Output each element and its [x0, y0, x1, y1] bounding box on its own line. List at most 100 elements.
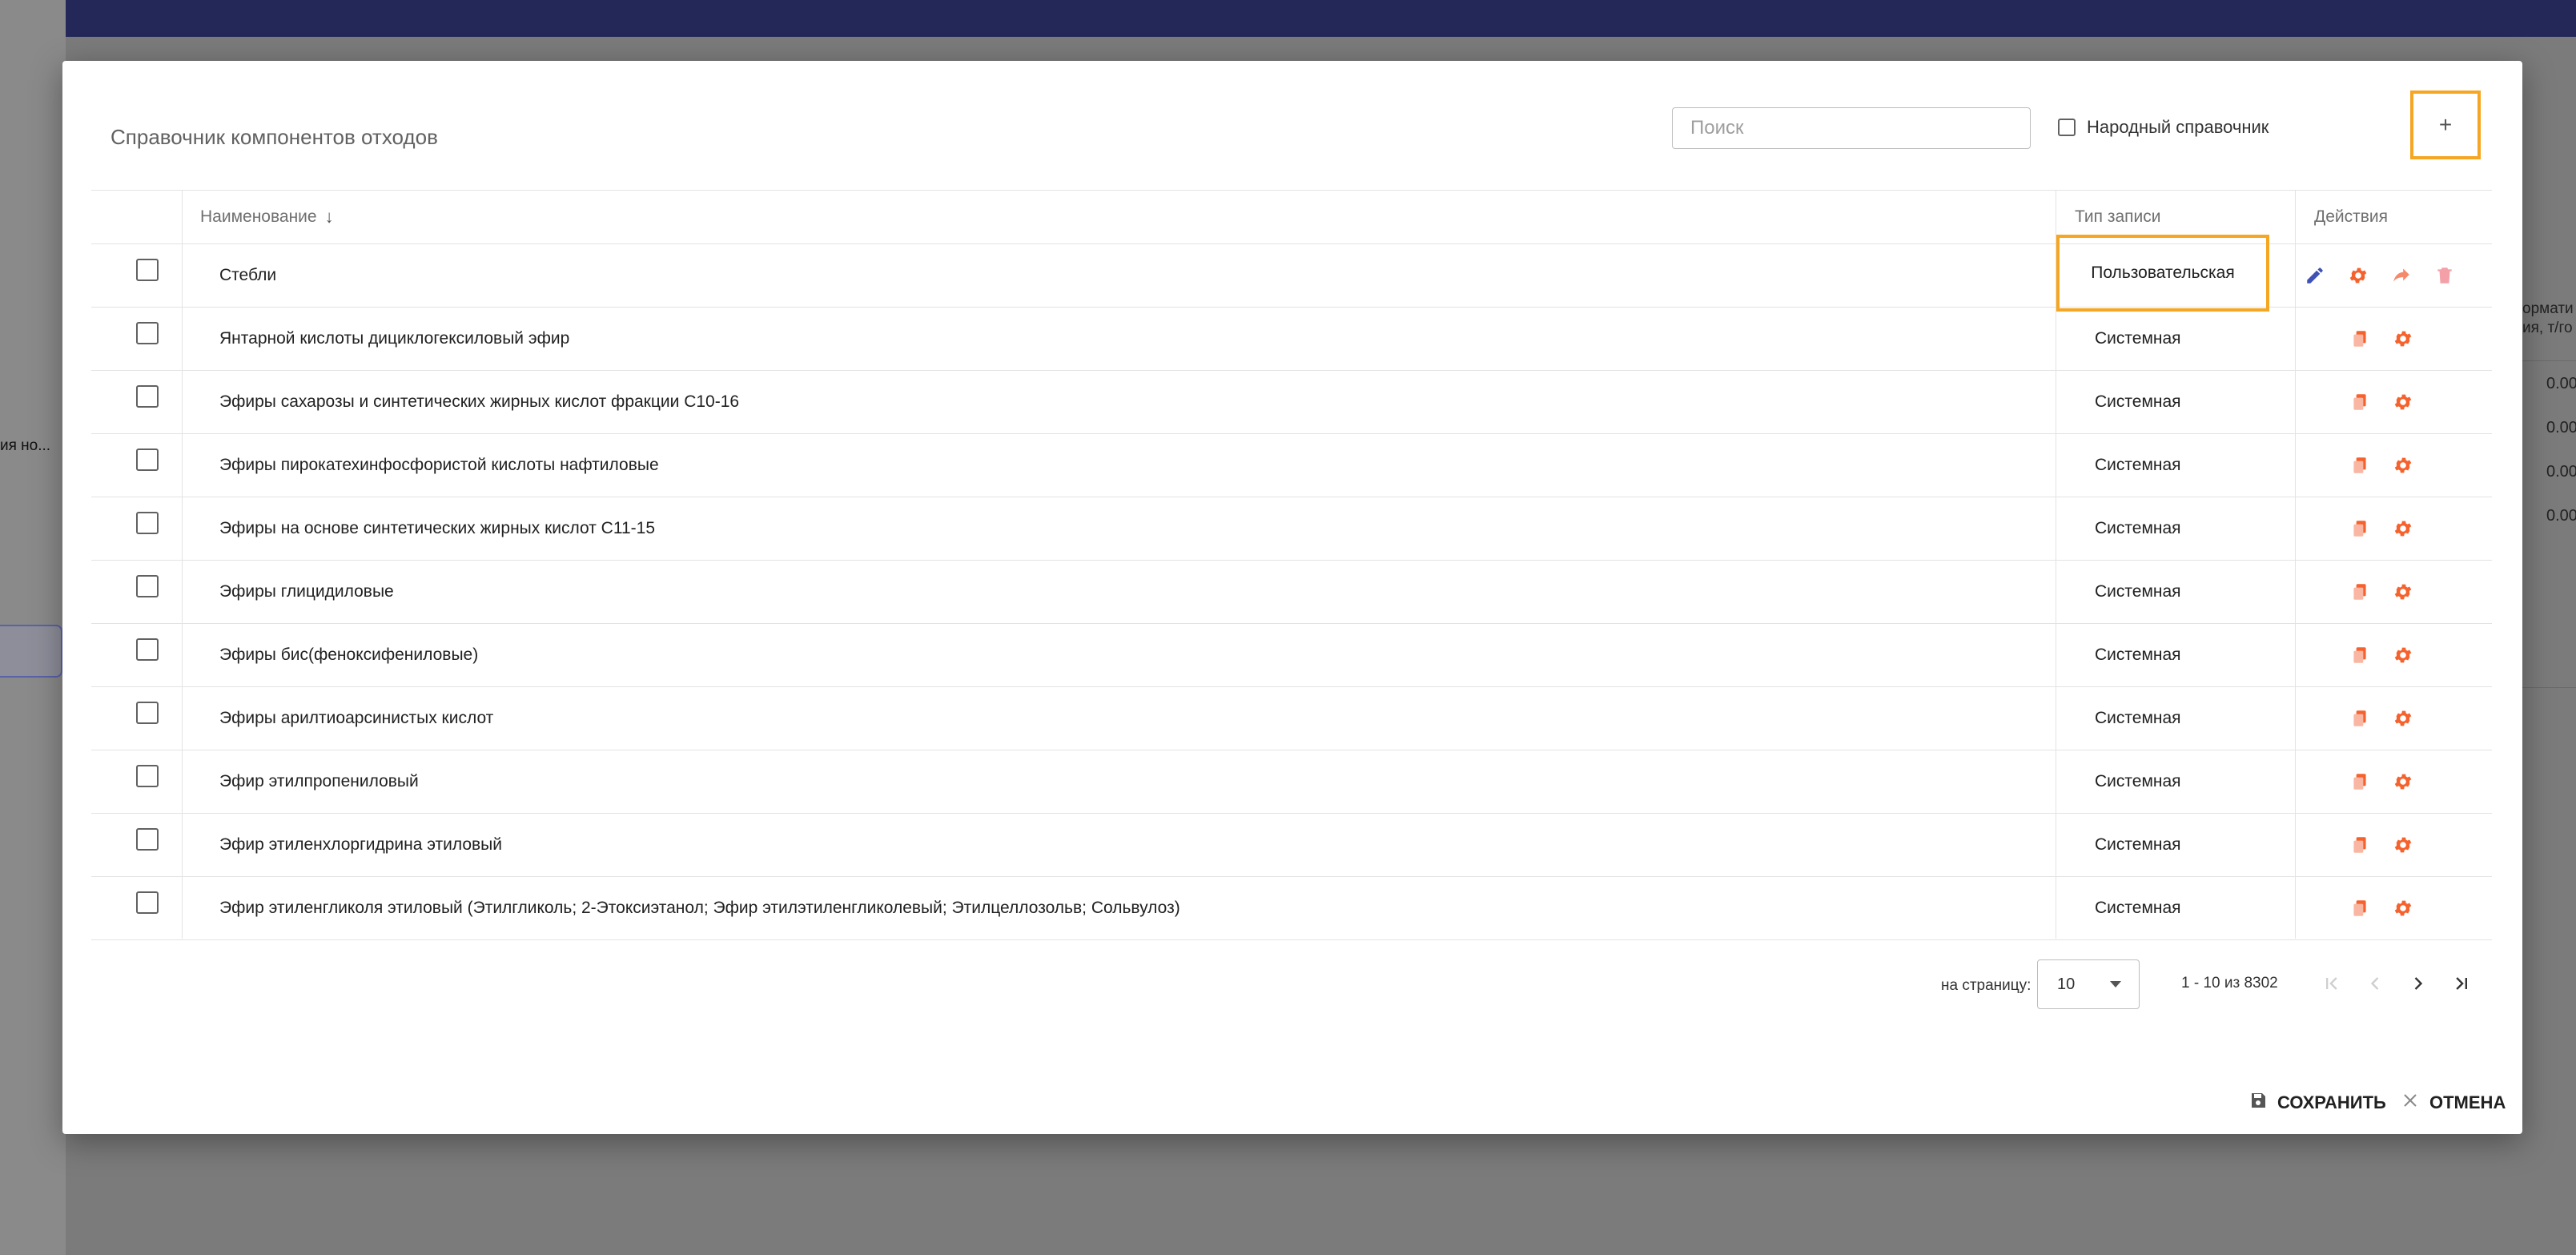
copy-icon[interactable] [2348, 896, 2372, 920]
table-body: Стебли Пользовательская Янтарной кислоты д… [91, 235, 2492, 940]
row-name: Эфиры пирокатехинфосфористой кислоты наф… [219, 456, 659, 474]
background-divider [2522, 360, 2576, 361]
row-type: Системная [2095, 329, 2181, 348]
row-checkbox[interactable] [136, 702, 159, 724]
column-header-name[interactable]: Наименование ↓ [200, 191, 334, 243]
table-row[interactable]: Эфиры на основе синтетических жирных кис… [91, 497, 2492, 561]
copy-icon[interactable] [2348, 453, 2372, 477]
settings-gear-icon[interactable] [2391, 327, 2415, 351]
row-actions [2348, 624, 2415, 686]
table-row[interactable]: Эфиры арилтиоарсинистых кислот Системная [91, 687, 2492, 750]
pagination-range: 1 - 10 из 8302 [2181, 975, 2278, 992]
background-value: 0.00 [2546, 463, 2576, 481]
row-type: Системная [2095, 835, 2181, 854]
copy-icon[interactable] [2348, 580, 2372, 604]
settings-gear-icon[interactable] [2391, 643, 2415, 667]
row-checkbox[interactable] [136, 449, 159, 471]
table-row[interactable]: Эфиры пирокатехинфосфористой кислоты наф… [91, 434, 2492, 497]
row-actions [2348, 750, 2415, 813]
row-name: Эфир этиленгликоля этиловый (Этилгликоль… [219, 899, 1180, 917]
search-input[interactable] [1672, 107, 2031, 149]
share-icon[interactable] [2389, 263, 2413, 288]
settings-gear-icon[interactable] [2391, 896, 2415, 920]
save-button[interactable]: СОХРАНИТЬ [2248, 1091, 2386, 1115]
settings-gear-icon[interactable] [2346, 263, 2370, 288]
last-page-icon[interactable] [2445, 966, 2478, 1001]
row-type-highlighted: Пользовательская [2056, 235, 2269, 312]
settings-gear-icon[interactable] [2391, 706, 2415, 730]
row-actions [2348, 561, 2415, 623]
row-checkbox[interactable] [136, 765, 159, 787]
settings-gear-icon[interactable] [2391, 580, 2415, 604]
sort-down-icon: ↓ [324, 207, 334, 227]
prev-page-icon[interactable] [2359, 966, 2391, 1001]
row-name: Эфиры на основе синтетических жирных кис… [219, 519, 656, 537]
table-row[interactable]: Эфир этиленхлоргидрина этиловый Системная [91, 814, 2492, 877]
dialog-title: Справочник компонентов отходов [111, 125, 438, 149]
copy-icon[interactable] [2348, 770, 2372, 794]
sidebar-truncated-text: ия но... [0, 437, 51, 454]
table-row[interactable]: Эфир этилпропениловый Системная [91, 750, 2492, 814]
row-name: Эфиры бис(феноксифениловые) [219, 646, 479, 664]
background-value: 0.00 [2546, 507, 2576, 525]
save-button-label: СОХРАНИТЬ [2277, 1092, 2386, 1112]
column-header-name-label: Наименование [200, 207, 317, 226]
settings-gear-icon[interactable] [2391, 833, 2415, 857]
row-checkbox[interactable] [136, 322, 159, 344]
row-name: Эфир этиленхлоргидрина этиловый [219, 835, 503, 854]
row-checkbox[interactable] [136, 259, 159, 281]
column-header-actions: Действия [2314, 207, 2389, 226]
row-checkbox[interactable] [136, 575, 159, 597]
edit-icon[interactable] [2303, 263, 2327, 288]
table-row[interactable]: Эфиры бис(феноксифениловые) Системная [91, 624, 2492, 687]
row-checkbox[interactable] [136, 385, 159, 408]
table-row[interactable]: Эфиры глицидиловые Системная [91, 561, 2492, 624]
row-type: Системная [2095, 456, 2181, 474]
waste-components-dialog: Справочник компонентов отходов Народный … [62, 61, 2522, 1134]
first-page-icon[interactable] [2316, 966, 2348, 1001]
row-actions [2348, 814, 2415, 876]
delete-icon[interactable] [2433, 263, 2457, 288]
row-name: Янтарной кислоты дициклогексиловый эфир [219, 329, 570, 348]
table-row[interactable]: Янтарной кислоты дициклогексиловый эфир С… [91, 308, 2492, 371]
row-checkbox[interactable] [136, 891, 159, 914]
row-name: Эфиры глицидиловые [219, 582, 394, 601]
table-row[interactable]: Эфир этиленгликоля этиловый (Этилгликоль… [91, 877, 2492, 940]
table-row[interactable]: Стебли Пользовательская [91, 235, 2492, 312]
copy-icon[interactable] [2348, 833, 2372, 857]
cancel-button-label: ОТМЕНА [2429, 1092, 2506, 1112]
add-button[interactable]: + [2410, 91, 2481, 159]
background-value: 0.00 [2546, 375, 2576, 392]
copy-icon[interactable] [2348, 390, 2372, 414]
row-actions [2348, 687, 2415, 750]
row-actions [2348, 434, 2415, 497]
table-row[interactable]: Эфиры сахарозы и синтетических жирных ки… [91, 371, 2492, 434]
row-checkbox[interactable] [136, 828, 159, 851]
per-page-label: на страницу: [1941, 977, 2031, 994]
copy-icon[interactable] [2348, 517, 2372, 541]
public-reference-checkbox[interactable] [2058, 119, 2076, 136]
settings-gear-icon[interactable] [2391, 390, 2415, 414]
settings-gear-icon[interactable] [2391, 453, 2415, 477]
copy-icon[interactable] [2348, 706, 2372, 730]
components-table: Наименование ↓ Тип записи Действия Стебл… [91, 190, 2492, 940]
row-actions [2348, 877, 2415, 939]
settings-gear-icon[interactable] [2391, 517, 2415, 541]
row-name: Эфиры арилтиоарсинистых кислот [219, 709, 494, 727]
next-page-icon[interactable] [2402, 966, 2434, 1001]
chevron-down-icon [2110, 981, 2121, 988]
cancel-button[interactable]: ОТМЕНА [2401, 1091, 2506, 1115]
per-page-select[interactable]: 10 [2037, 959, 2140, 1009]
copy-icon[interactable] [2348, 643, 2372, 667]
row-checkbox[interactable] [136, 638, 159, 661]
row-checkbox[interactable] [136, 512, 159, 534]
row-name: Эфиры сахарозы и синтетических жирных ки… [219, 392, 740, 411]
per-page-value: 10 [2057, 975, 2076, 993]
public-reference-toggle[interactable]: Народный справочник [2058, 117, 2269, 138]
row-actions [2348, 371, 2415, 433]
public-reference-label: Народный справочник [2087, 117, 2269, 137]
copy-icon[interactable] [2348, 327, 2372, 351]
row-actions [2348, 308, 2415, 370]
row-type: Системная [2095, 646, 2181, 664]
settings-gear-icon[interactable] [2391, 770, 2415, 794]
